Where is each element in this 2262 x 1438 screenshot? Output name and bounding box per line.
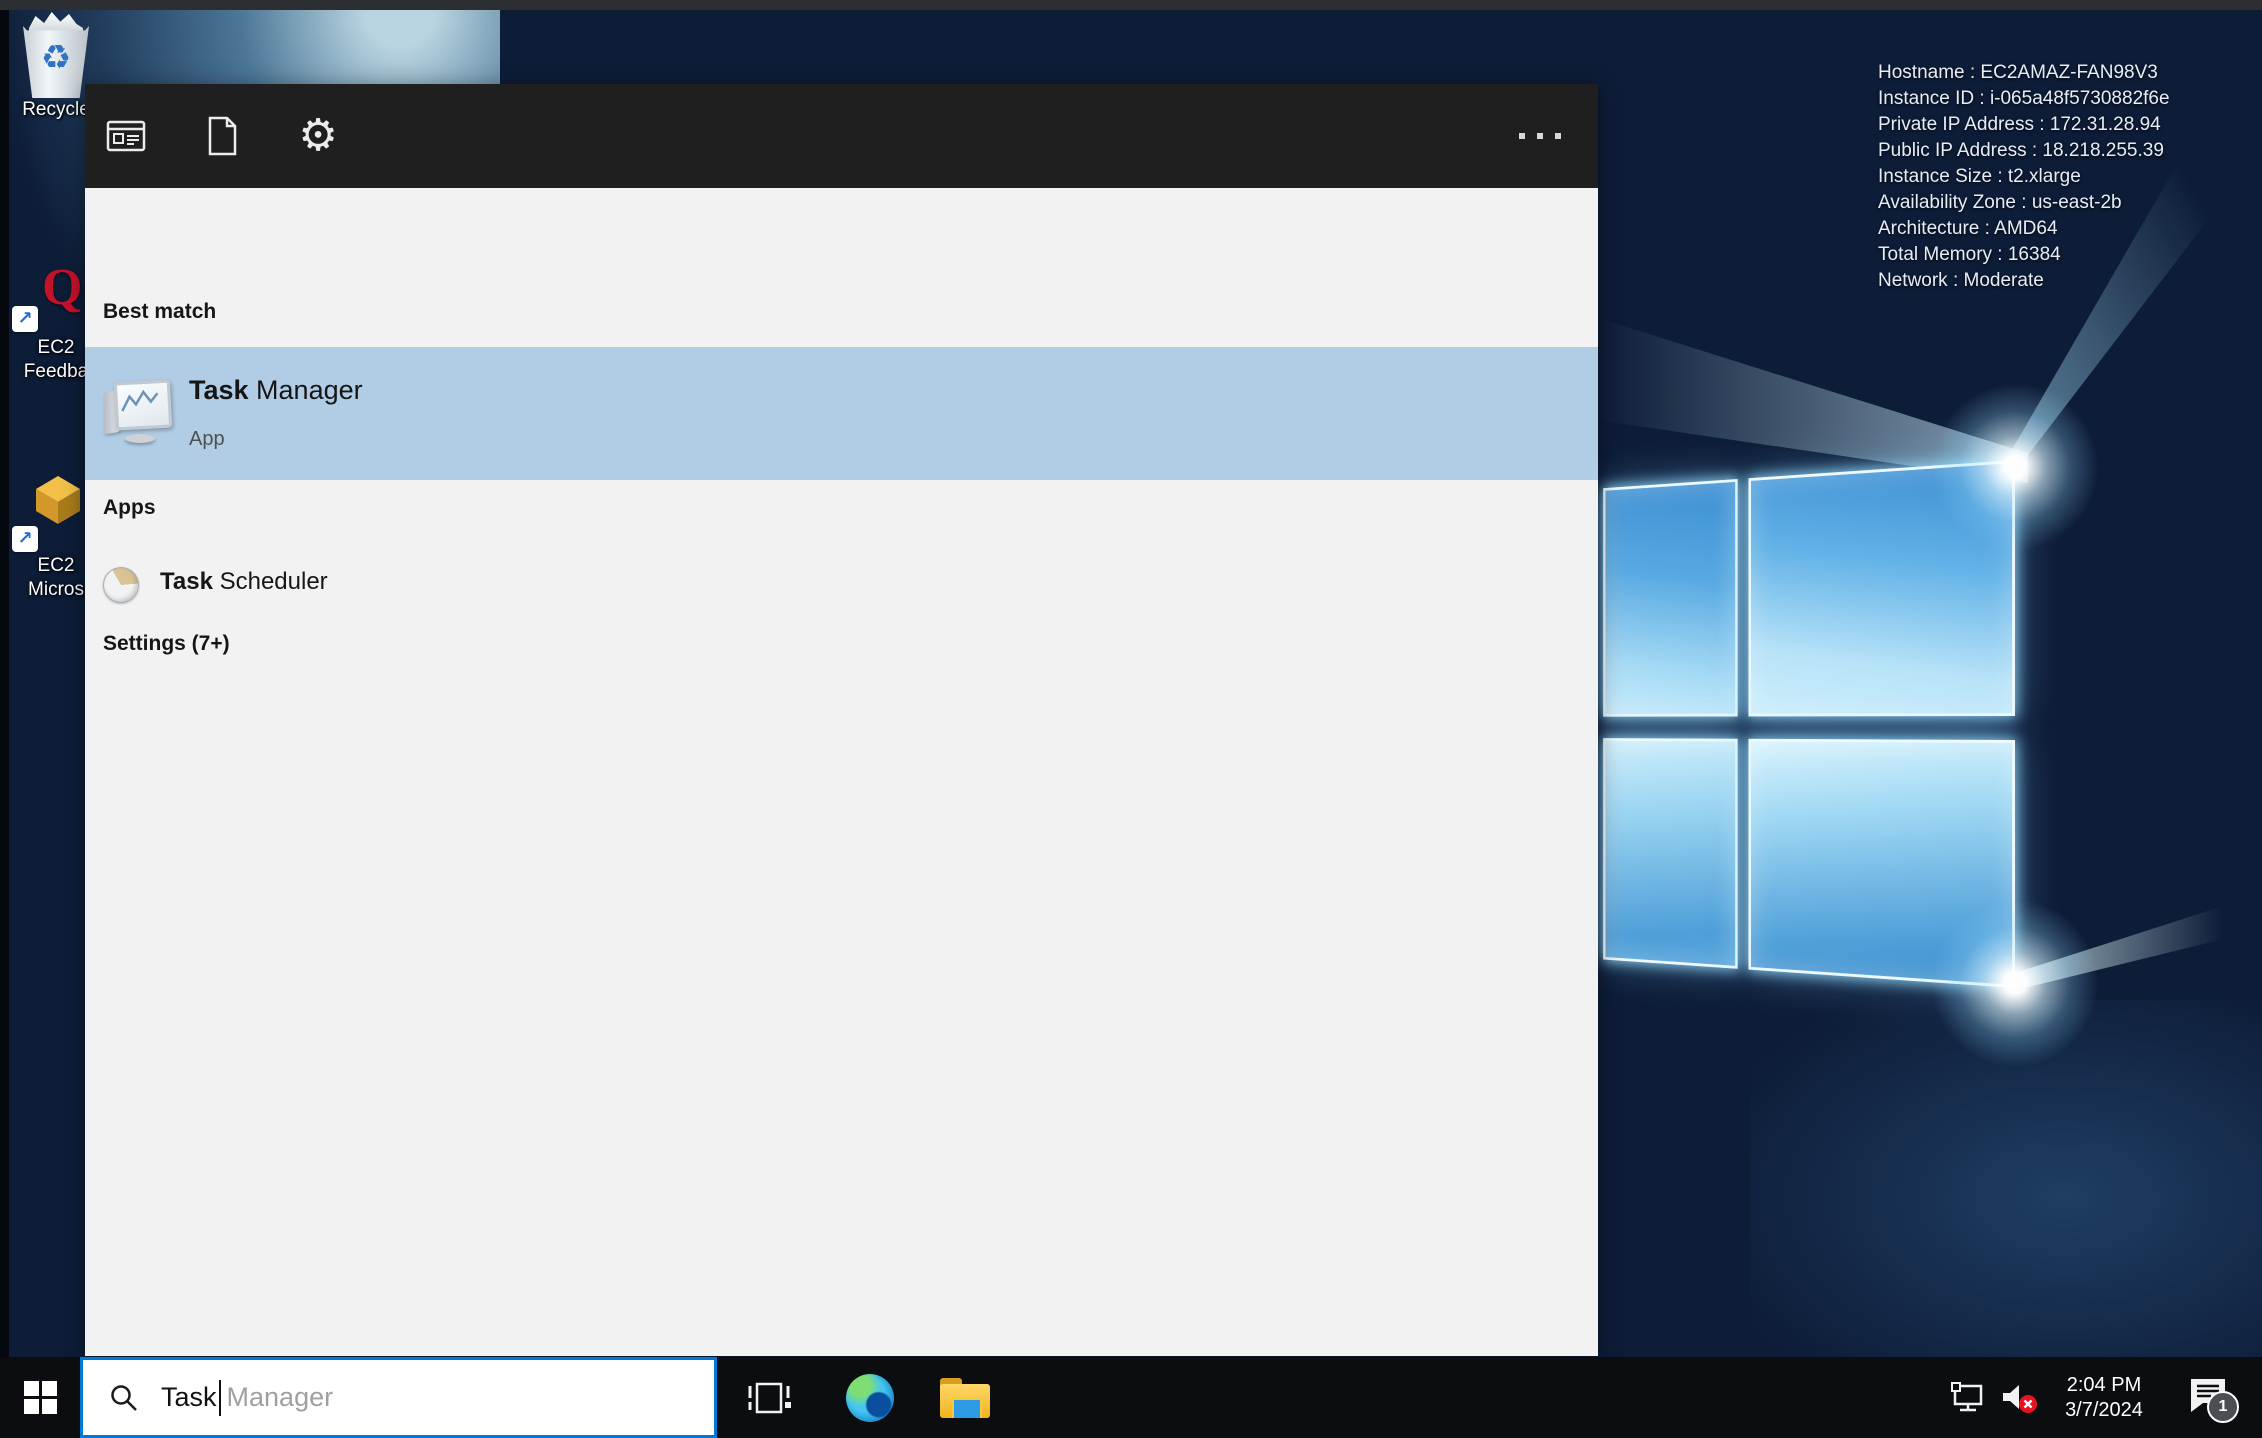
info-network: Network : Moderate xyxy=(1878,270,2044,291)
shortcut-arrow-icon: ↗ xyxy=(12,526,38,552)
screen-left-strip xyxy=(0,10,9,1357)
recycle-symbol-icon: ♻ xyxy=(40,38,72,78)
network-icon xyxy=(1951,1381,1983,1411)
task-manager-icon xyxy=(103,379,173,445)
screen-top-strip xyxy=(0,0,2262,10)
search-results-panel: Best match Task Manager App Apps Task Sc… xyxy=(85,188,1598,1356)
windows-start-icon xyxy=(23,1381,57,1414)
recycle-bin-icon: ♻ xyxy=(17,12,95,98)
instance-info-overlay: Hostname : EC2AMAZ-FAN98V3 Instance ID :… xyxy=(1878,60,2170,294)
clock-date: 3/7/2024 xyxy=(2065,1398,2143,1421)
shortcut-arrow-icon: ↗ xyxy=(12,306,38,332)
more-options-button[interactable] xyxy=(1508,126,1572,146)
file-explorer-icon xyxy=(940,1377,990,1418)
ellipsis-icon xyxy=(1519,133,1525,139)
scheduler-title-match: Task xyxy=(160,568,213,595)
taskbar-clock[interactable]: 2:04 PM 3/7/2024 xyxy=(2048,1357,2160,1438)
task-scheduler-icon xyxy=(103,567,139,603)
info-availability-zone: Availability Zone : us-east-2b xyxy=(1878,192,2122,213)
action-center-button[interactable]: 1 xyxy=(2176,1357,2246,1438)
result-subtitle: App xyxy=(189,428,225,450)
q-logo-icon: Q xyxy=(42,259,83,316)
scheduler-title-rest: Scheduler xyxy=(212,568,328,595)
filter-documents-button[interactable] xyxy=(190,104,254,168)
info-hostname: Hostname : EC2AMAZ-FAN98V3 xyxy=(1878,62,2158,83)
logo-pane-bottom-right xyxy=(1748,738,2015,988)
start-search-flyout: ⚙ Best match Task Manager App Apps Task … xyxy=(85,84,1598,1356)
network-tray-button[interactable] xyxy=(1942,1357,1994,1438)
info-private-ip: Private IP Address : 172.31.28.94 xyxy=(1878,114,2161,135)
task-view-icon xyxy=(748,1382,791,1413)
result-title-match: Task xyxy=(189,375,249,405)
text-caret xyxy=(218,1379,221,1416)
search-filter-header: ⚙ xyxy=(85,84,1598,188)
light-beam-right xyxy=(2008,893,2262,992)
filter-settings-button[interactable]: ⚙ xyxy=(286,104,350,168)
logo-pane-bottom-left xyxy=(1603,738,1738,969)
search-icon xyxy=(111,1384,137,1411)
result-task-manager[interactable]: Task Manager App xyxy=(85,347,1598,480)
volume-muted-icon xyxy=(2003,1384,2037,1413)
light-beam-upper-left xyxy=(1598,318,2028,483)
section-apps: Apps xyxy=(103,496,156,519)
scheduler-title: Task Scheduler xyxy=(160,568,328,596)
edge-browser-button[interactable] xyxy=(838,1357,902,1438)
logo-pane-top-left xyxy=(1603,478,1738,717)
settings-gear-icon: ⚙ xyxy=(298,110,338,161)
edge-icon xyxy=(846,1373,894,1422)
logo-pane-top-right xyxy=(1748,460,2015,717)
search-typed-text: Task xyxy=(161,1382,217,1412)
taskbar: Task Manager 2:04 PM 3/7/2024 1 xyxy=(0,1357,2262,1438)
cube-icon xyxy=(36,476,80,524)
windows-desktop: Hostname : EC2AMAZ-FAN98V3 Instance ID :… xyxy=(0,0,2262,1438)
notification-badge: 1 xyxy=(2207,1390,2239,1423)
task-view-button[interactable] xyxy=(737,1357,801,1438)
windows-hero-logo xyxy=(1603,460,2015,988)
info-architecture: Architecture : AMD64 xyxy=(1878,218,2058,239)
info-instance-size: Instance Size : t2.xlarge xyxy=(1878,166,2081,187)
info-public-ip: Public IP Address : 18.218.255.39 xyxy=(1878,140,2164,161)
result-title: Task Manager xyxy=(189,375,363,406)
documents-filter-icon xyxy=(208,116,237,156)
info-instance-id: Instance ID : i-065a48f5730882f6e xyxy=(1878,88,2170,109)
info-total-memory: Total Memory : 16384 xyxy=(1878,244,2061,265)
result-title-rest: Manager xyxy=(248,375,363,405)
taskbar-search-input[interactable]: Task Manager xyxy=(80,1357,717,1438)
apps-filter-icon xyxy=(106,120,146,152)
result-task-scheduler[interactable]: Task Scheduler xyxy=(85,546,1598,622)
start-button[interactable] xyxy=(0,1357,80,1438)
search-suggestion-text: Manager xyxy=(226,1382,334,1412)
volume-muted-button[interactable] xyxy=(1994,1357,2046,1438)
clock-time: 2:04 PM xyxy=(2066,1373,2142,1396)
filter-apps-button[interactable] xyxy=(94,104,158,168)
section-best-match: Best match xyxy=(103,300,217,323)
file-explorer-button[interactable] xyxy=(933,1357,997,1438)
section-settings[interactable]: Settings (7+) xyxy=(103,632,230,656)
